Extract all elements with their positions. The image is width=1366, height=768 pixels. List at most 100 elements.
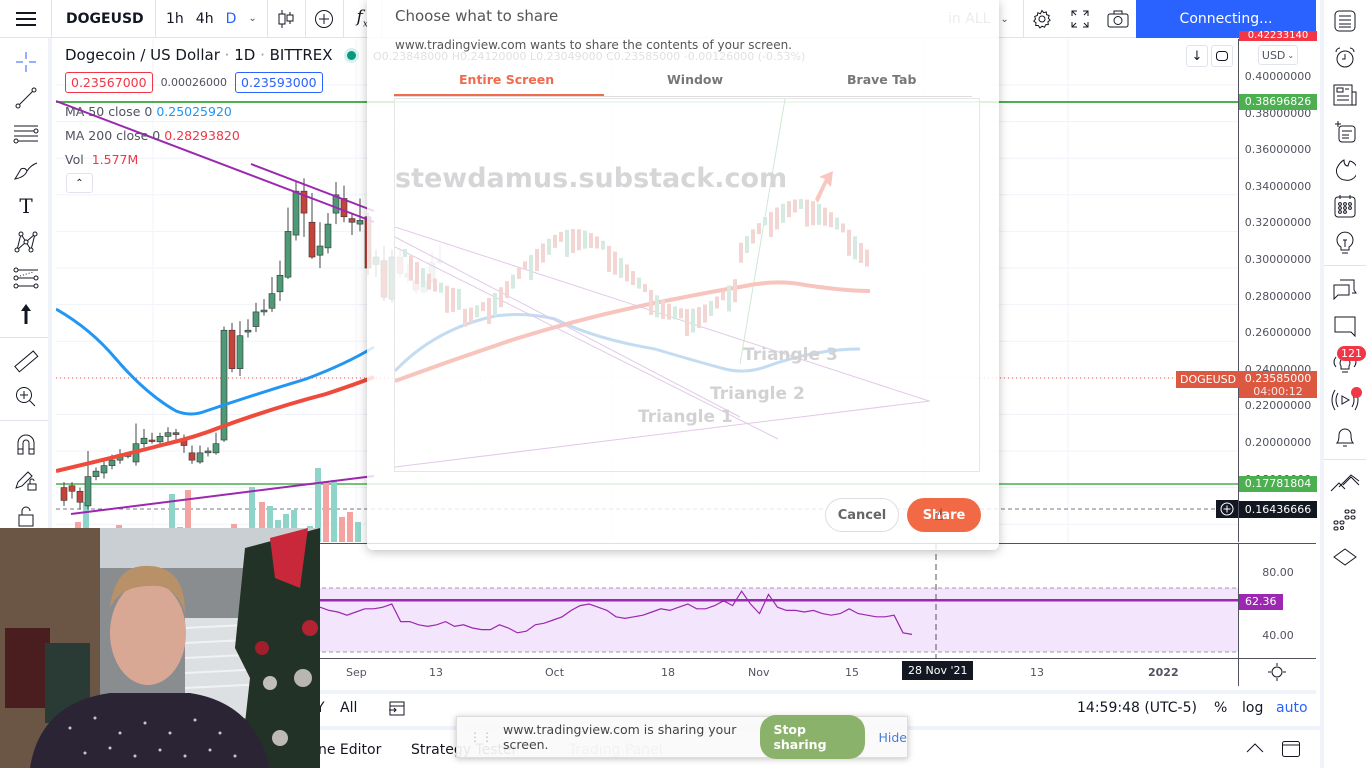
hotlists-button[interactable] xyxy=(1324,150,1366,187)
pattern-tool[interactable] xyxy=(0,224,52,260)
tab-entire-screen[interactable]: Entire Screen xyxy=(459,72,554,87)
fib-tool[interactable] xyxy=(0,116,52,152)
bid-ask-row: 0.23567000 0.00026000 0.23593000 xyxy=(65,72,323,93)
indicator-volume[interactable]: Vol 1.577M xyxy=(65,152,138,167)
alerts-button[interactable] xyxy=(1324,39,1366,76)
timeframe-1h[interactable]: 1h xyxy=(160,11,190,27)
preview-candle xyxy=(637,277,641,289)
news-button[interactable] xyxy=(1324,76,1366,113)
bid-price[interactable]: 0.23567000 xyxy=(65,72,153,93)
trendline-tool[interactable] xyxy=(0,80,52,116)
expand-panel-button[interactable] xyxy=(1246,742,1264,754)
list-icon xyxy=(1334,10,1356,31)
cancel-button[interactable]: Cancel xyxy=(825,498,899,532)
newspaper-icon xyxy=(1333,84,1357,105)
preview-candle xyxy=(457,288,461,310)
tab-pine-editor[interactable]: ne Editor xyxy=(318,742,381,758)
forecast-tool[interactable] xyxy=(0,260,52,296)
reset-chart-button[interactable] xyxy=(1211,45,1233,67)
calendar-button[interactable] xyxy=(1324,187,1366,224)
resistance-price-tag: 0.38696826 xyxy=(1239,94,1317,110)
layers-button[interactable] xyxy=(1324,538,1366,575)
stop-sharing-button[interactable]: Stop sharing xyxy=(760,715,865,759)
brush-icon xyxy=(13,162,38,180)
fullscreen-button[interactable] xyxy=(1061,0,1099,38)
chat-bubble-icon xyxy=(1334,316,1356,337)
percent-toggle[interactable]: % xyxy=(1214,700,1227,716)
watchlist-button[interactable] xyxy=(1324,2,1366,39)
tradingview-app: DOGEUSD 1h 4h D ⌄ fx in ALL ⌄ Connecting… xyxy=(0,0,1366,768)
clock-display[interactable]: 14:59:48 (UTC-5) xyxy=(1077,700,1197,716)
chart-type-button[interactable] xyxy=(268,0,306,38)
preview-candle xyxy=(631,271,635,286)
arrow-up-icon xyxy=(21,304,31,324)
tab-window[interactable]: Window xyxy=(667,72,723,87)
text-tool[interactable]: T xyxy=(0,188,52,224)
price-tick: 0.30000000 xyxy=(1244,253,1312,266)
preview-candle xyxy=(721,291,725,301)
snapshot-button[interactable] xyxy=(1099,0,1137,38)
auto-toggle[interactable]: auto xyxy=(1276,700,1308,716)
zoom-tool[interactable] xyxy=(0,379,52,415)
preview-candle xyxy=(679,308,683,319)
preview-candle xyxy=(565,229,569,257)
lightbulb-icon xyxy=(1336,231,1354,253)
scroll-to-latest-button[interactable]: ↓ xyxy=(1186,45,1208,67)
data-window-button[interactable] xyxy=(1324,113,1366,150)
ruler-tool[interactable] xyxy=(0,343,52,379)
chats-button[interactable] xyxy=(1324,270,1366,307)
settings-button[interactable] xyxy=(1022,0,1061,38)
preview-candle xyxy=(559,231,563,242)
arrow-tool[interactable] xyxy=(0,296,52,332)
ideas-stream-button[interactable]: 121 xyxy=(1324,344,1366,381)
rsi-axis[interactable]: 80.00 40.00 62.36 xyxy=(1238,543,1316,658)
chat-button[interactable] xyxy=(1324,307,1366,344)
stay-in-drawing-tool[interactable] xyxy=(0,462,52,498)
ask-price[interactable]: 0.23593000 xyxy=(235,72,323,93)
crosshair-tool[interactable] xyxy=(0,44,52,80)
indicator-ma50[interactable]: MA 50 close 0 0.25025920 xyxy=(65,104,232,119)
timeframe-4h[interactable]: 4h xyxy=(190,11,220,27)
symbol-search[interactable]: DOGEUSD xyxy=(52,0,156,38)
preview-arrow xyxy=(815,171,833,203)
preview-candle xyxy=(703,304,707,323)
price-axis[interactable]: 0.42233140 USD ⌄ 0.40000000 0.38000000 0.36… xyxy=(1238,31,1317,542)
chevron-down-icon[interactable]: ⌄ xyxy=(242,13,262,24)
last-price-tag: 0.23585000 04:00:12 xyxy=(1239,371,1317,398)
menu-button[interactable] xyxy=(0,0,52,38)
time-label: 13 xyxy=(1030,666,1044,679)
hide-button[interactable]: Hide xyxy=(879,730,908,745)
streams-button[interactable] xyxy=(1324,381,1366,418)
add-alert-button[interactable] xyxy=(1216,500,1238,518)
preview-candle xyxy=(541,243,545,263)
trendline-icon xyxy=(15,87,37,109)
candle-body xyxy=(324,223,332,249)
range-all[interactable]: All xyxy=(340,700,357,716)
indicator-ma200[interactable]: MA 200 close 0 0.28293820 xyxy=(65,128,240,143)
brush-tool[interactable] xyxy=(0,152,52,188)
goto-date-button[interactable] xyxy=(388,699,406,717)
flame-icon xyxy=(1336,158,1356,181)
timeframe-d[interactable]: D xyxy=(220,11,243,27)
candle-body xyxy=(276,275,284,293)
magnet-tool[interactable] xyxy=(0,426,52,462)
drag-handle-icon[interactable]: ⋮⋮ xyxy=(469,730,493,744)
share-button[interactable]: Share xyxy=(907,498,981,532)
currency-select[interactable]: USD ⌄ xyxy=(1258,45,1298,65)
ideas-button[interactable] xyxy=(1324,224,1366,261)
log-toggle[interactable]: log xyxy=(1242,700,1263,716)
tab-brave-tab[interactable]: Brave Tab xyxy=(847,72,916,87)
maximize-panel-button[interactable] xyxy=(1282,741,1300,757)
object-tree-button[interactable] xyxy=(1324,501,1366,538)
axis-settings-button[interactable] xyxy=(1268,663,1286,681)
screen-preview-thumbnail[interactable]: stewdamus.substack.com Triangle 1 Triang… xyxy=(394,98,980,472)
preview-candle xyxy=(451,287,455,312)
notifications-button[interactable] xyxy=(1324,418,1366,455)
screen-sharing-bar: ⋮⋮ www.tradingview.com is sharing your s… xyxy=(456,715,908,759)
collapse-legend-button[interactable]: ⌃ xyxy=(66,173,93,193)
preview-candle xyxy=(805,199,809,227)
trading-button[interactable] xyxy=(1324,464,1366,501)
preview-candle xyxy=(439,282,443,293)
compare-button[interactable] xyxy=(306,0,344,38)
candle-body xyxy=(292,190,300,236)
